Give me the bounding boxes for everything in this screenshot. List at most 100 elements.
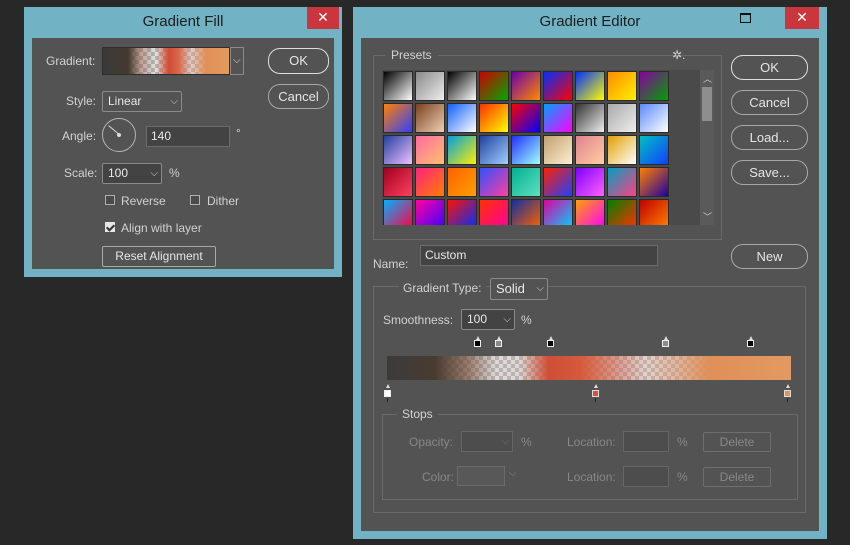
minimize-icon[interactable] bbox=[731, 7, 759, 29]
preset-swatch[interactable] bbox=[415, 167, 445, 197]
scroll-down-icon[interactable]: ﹀ bbox=[703, 210, 712, 223]
save-button[interactable]: Save... bbox=[731, 160, 808, 185]
smoothness-combo[interactable]: 100 ⌵ bbox=[461, 309, 515, 330]
color-location-input[interactable] bbox=[623, 466, 669, 487]
presets-scrollbar[interactable]: ︿ ﹀ bbox=[700, 70, 714, 225]
preset-swatch[interactable] bbox=[607, 199, 637, 225]
scale-percent: % bbox=[169, 166, 180, 180]
preset-swatch[interactable] bbox=[639, 167, 669, 197]
preset-swatch[interactable] bbox=[511, 135, 541, 165]
preset-swatch[interactable] bbox=[383, 167, 413, 197]
opacity-delete-button[interactable]: Delete bbox=[703, 432, 771, 452]
preset-swatch[interactable] bbox=[511, 167, 541, 197]
angle-dial[interactable] bbox=[102, 118, 136, 152]
preset-swatch[interactable] bbox=[607, 71, 637, 101]
color-swatch[interactable] bbox=[457, 466, 505, 486]
opacity-stop[interactable] bbox=[662, 336, 669, 347]
gradient-fill-ok-button[interactable]: OK bbox=[268, 48, 329, 74]
preset-swatch[interactable] bbox=[607, 103, 637, 133]
smoothness-value: 100 bbox=[467, 312, 488, 326]
preset-swatch[interactable] bbox=[479, 135, 509, 165]
preset-swatch[interactable] bbox=[479, 103, 509, 133]
new-button[interactable]: New bbox=[731, 244, 808, 269]
opacity-stop[interactable] bbox=[547, 336, 554, 347]
preset-swatch[interactable] bbox=[447, 167, 477, 197]
scale-combo[interactable]: 100 ⌵ bbox=[102, 163, 162, 184]
preset-swatch[interactable] bbox=[511, 103, 541, 133]
preset-swatch[interactable] bbox=[383, 71, 413, 101]
preset-swatch[interactable] bbox=[447, 103, 477, 133]
scale-label: Scale: bbox=[64, 166, 98, 180]
preset-swatch[interactable] bbox=[415, 135, 445, 165]
gradient-editor-close-icon[interactable]: ✕ bbox=[785, 7, 819, 29]
gradient-type-label: Gradient Type: bbox=[399, 281, 486, 295]
opacity-stop[interactable] bbox=[747, 336, 754, 347]
preset-swatch[interactable] bbox=[575, 167, 605, 197]
load-button[interactable]: Load... bbox=[731, 125, 808, 150]
preset-swatch[interactable] bbox=[511, 199, 541, 225]
preset-swatch[interactable] bbox=[639, 135, 669, 165]
editor-ok-button[interactable]: OK bbox=[731, 55, 808, 80]
angle-input[interactable]: 140 bbox=[146, 126, 230, 147]
opacity-stop[interactable] bbox=[495, 336, 502, 347]
gradient-fill-close-icon[interactable]: ✕ bbox=[307, 7, 339, 29]
name-label: Name: bbox=[373, 257, 409, 271]
align-with-layer-checkbox[interactable] bbox=[105, 222, 115, 232]
preset-swatch[interactable] bbox=[415, 199, 445, 225]
preset-swatch[interactable] bbox=[383, 199, 413, 225]
preset-swatch[interactable] bbox=[415, 71, 445, 101]
preset-swatch[interactable] bbox=[543, 71, 573, 101]
preset-swatch[interactable] bbox=[447, 71, 477, 101]
opacity-location-input[interactable] bbox=[623, 431, 669, 452]
preset-swatch[interactable] bbox=[575, 135, 605, 165]
gradient-fill-titlebar[interactable]: Gradient Fill ✕ bbox=[24, 7, 342, 37]
preset-swatch[interactable] bbox=[383, 103, 413, 133]
reverse-checkbox[interactable] bbox=[105, 195, 115, 205]
preset-swatch[interactable] bbox=[639, 71, 669, 101]
presets-gear-icon[interactable]: ✲. bbox=[672, 48, 685, 62]
color-stop[interactable] bbox=[592, 384, 599, 402]
preset-swatch[interactable] bbox=[543, 199, 573, 225]
preset-swatch[interactable] bbox=[543, 135, 573, 165]
gradient-fill-title: Gradient Fill bbox=[142, 13, 224, 30]
preset-swatch[interactable] bbox=[607, 167, 637, 197]
preset-swatch[interactable] bbox=[415, 103, 445, 133]
gradient-fill-cancel-button[interactable]: Cancel bbox=[268, 84, 329, 109]
preset-swatch[interactable] bbox=[575, 103, 605, 133]
chevron-down-icon: ⌵ bbox=[503, 314, 511, 325]
gradient-dropdown-button[interactable]: ⌵ bbox=[230, 47, 244, 75]
preset-swatch[interactable] bbox=[575, 71, 605, 101]
preset-swatch[interactable] bbox=[447, 135, 477, 165]
dither-checkbox[interactable] bbox=[190, 195, 200, 205]
name-input[interactable]: Custom bbox=[420, 245, 658, 266]
preset-swatch[interactable] bbox=[607, 135, 637, 165]
gradient-editor-titlebar[interactable]: Gradient Editor □ ✕ bbox=[353, 7, 827, 37]
preset-swatch[interactable] bbox=[575, 199, 605, 225]
angle-label: Angle: bbox=[62, 129, 97, 143]
chevron-down-icon[interactable]: ⌵ bbox=[509, 468, 517, 479]
opacity-stop[interactable] bbox=[474, 336, 481, 347]
preset-swatch[interactable] bbox=[479, 71, 509, 101]
preset-swatch[interactable] bbox=[543, 103, 573, 133]
preset-swatch[interactable] bbox=[383, 135, 413, 165]
opacity-combo[interactable]: ⌵ bbox=[461, 431, 513, 452]
preset-swatch[interactable] bbox=[479, 199, 509, 225]
editor-cancel-button[interactable]: Cancel bbox=[731, 90, 808, 115]
color-delete-button[interactable]: Delete bbox=[703, 467, 771, 487]
preset-swatch[interactable] bbox=[639, 103, 669, 133]
scroll-up-icon[interactable]: ︿ bbox=[703, 72, 712, 85]
preset-swatch[interactable] bbox=[447, 199, 477, 225]
reset-alignment-button[interactable]: Reset Alignment bbox=[102, 246, 216, 267]
preset-swatch[interactable] bbox=[543, 167, 573, 197]
gradient-bar[interactable] bbox=[387, 356, 791, 380]
color-stop[interactable] bbox=[784, 384, 791, 402]
style-select[interactable]: Linear ⌵ bbox=[102, 91, 182, 112]
preset-swatch[interactable] bbox=[511, 71, 541, 101]
color-stop[interactable] bbox=[384, 384, 391, 402]
scrollbar-thumb[interactable] bbox=[702, 87, 712, 121]
preset-swatch[interactable] bbox=[479, 167, 509, 197]
gradient-type-select[interactable]: Solid ⌵ bbox=[490, 278, 548, 300]
preset-swatch[interactable] bbox=[639, 199, 669, 225]
style-select-value: Linear bbox=[108, 94, 142, 108]
gradient-preview-picker[interactable] bbox=[102, 47, 230, 75]
